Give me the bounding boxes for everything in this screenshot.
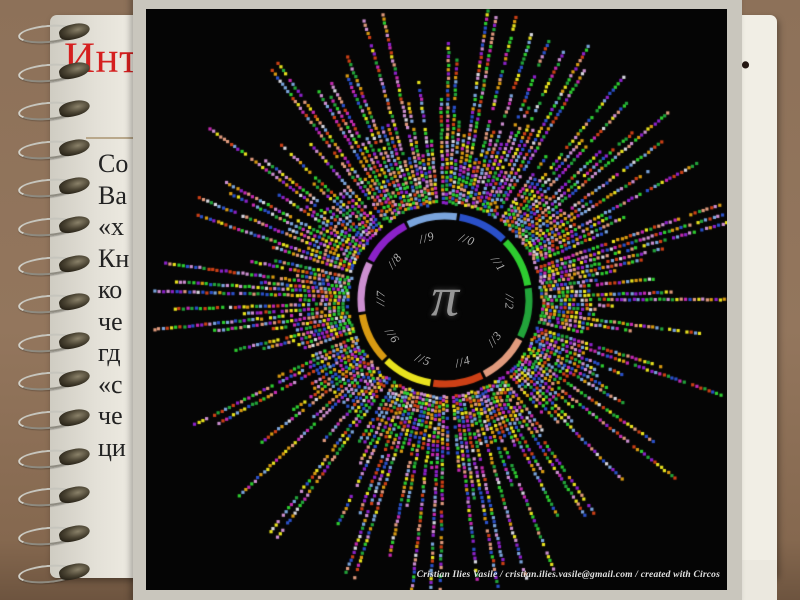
coil-hole	[57, 59, 92, 81]
spiral-coil	[6, 445, 98, 471]
spiral-coil	[6, 368, 98, 393]
pi-circos-visualization: π Cristian Ilies Vasile / cristian.ilies…	[146, 9, 727, 590]
body-text-line: ко	[98, 275, 123, 304]
body-text-line: Ва	[98, 180, 127, 210]
spiral-coil	[6, 561, 98, 586]
image-credit-text: Cristian Ilies Vasile / cristian.ilies.v…	[416, 570, 720, 580]
pi-image-frame: π Cristian Ilies Vasile / cristian.ilies…	[133, 0, 742, 600]
body-text-line: Кн	[98, 243, 130, 273]
spiral-coil	[6, 483, 98, 509]
spiral-coil	[6, 59, 98, 85]
ring-digit-label: //2	[502, 294, 517, 311]
presentation-slide: { "slide": { "title_fragment": "Инт", "t…	[0, 0, 800, 600]
spiral-coil	[6, 213, 98, 239]
spiral-coil	[6, 522, 98, 548]
coil-hole	[57, 522, 92, 545]
spiral-coil	[6, 290, 98, 316]
body-text-line: ци	[98, 432, 126, 462]
spiral-coil	[6, 329, 98, 355]
ring-digit-label: //7	[373, 289, 388, 306]
spiral-coil	[6, 406, 98, 432]
coil-hole	[57, 136, 92, 159]
body-text-line: «х	[98, 212, 124, 241]
body-text-line: «с	[98, 369, 123, 399]
coil-hole	[57, 445, 92, 467]
body-text-line: гд	[98, 338, 121, 367]
pi-symbol: π	[430, 266, 460, 329]
coil-hole	[57, 329, 92, 352]
spiral-coil	[6, 252, 98, 278]
body-text-line: Со	[98, 149, 129, 178]
notebook-page-edge	[742, 560, 777, 600]
coil-hole	[57, 252, 92, 274]
body-text-line: че	[98, 306, 123, 336]
spiral-coil	[6, 97, 98, 123]
body-text-line: че	[98, 401, 123, 430]
spiral-coil	[6, 20, 98, 46]
spiral-coil	[6, 136, 98, 162]
spiral-coil	[6, 175, 98, 200]
